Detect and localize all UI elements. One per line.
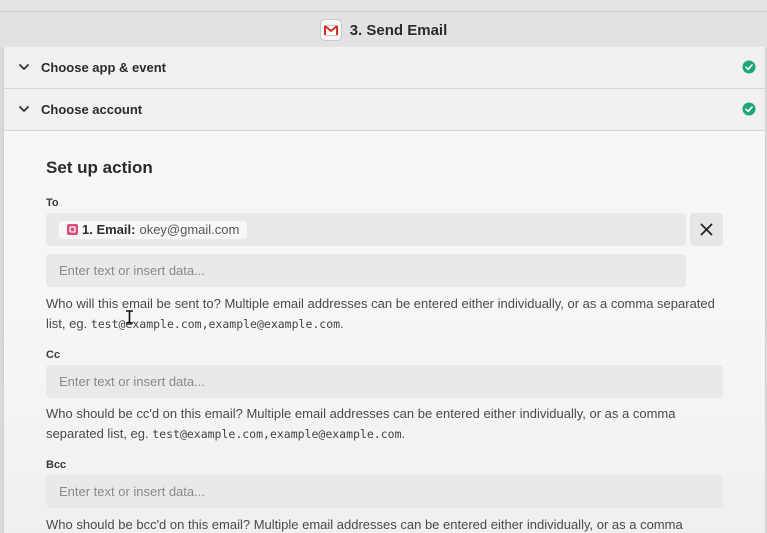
chip-value: okey@gmail.com xyxy=(139,222,240,237)
bcc-label: Bcc xyxy=(46,459,67,471)
bcc-help-body: Who should be bcc'd on this email? Multi… xyxy=(46,517,683,532)
to-input[interactable]: Enter text or insert data... xyxy=(46,254,686,287)
mapped-data-chip[interactable]: 1. Email: okey@gmail.com xyxy=(59,220,248,239)
check-circle-icon xyxy=(742,102,756,116)
cc-help-end: . xyxy=(401,426,406,441)
check-circle-icon xyxy=(742,60,756,74)
cc-help-example: test@example.com,example@example.com xyxy=(152,427,402,441)
chevron-down-icon xyxy=(19,106,29,112)
bcc-input[interactable]: Enter text or insert data... xyxy=(46,475,723,508)
accordion-choose-account[interactable]: Choose account xyxy=(4,89,765,131)
cc-input[interactable]: Enter text or insert data... xyxy=(46,365,723,398)
step-header: 3. Send Email xyxy=(0,12,767,48)
section-title: Set up action xyxy=(46,158,153,177)
cc-label: Cc xyxy=(46,349,61,361)
step-title: 3. Send Email xyxy=(349,21,448,39)
to-placeholder: Enter text or insert data... xyxy=(59,263,205,278)
text-cursor-icon xyxy=(126,310,133,324)
cc-help-text: Who should be cc'd on this email? Multip… xyxy=(46,404,731,444)
accordion-label: Choose account xyxy=(41,102,143,117)
close-icon xyxy=(700,223,713,236)
step-panel: Choose app & event Choose account Set up… xyxy=(3,47,766,533)
zap-editor: 3. Send Email Choose app & event Choose … xyxy=(0,0,767,533)
gmail-icon xyxy=(319,19,342,41)
cc-placeholder: Enter text or insert data... xyxy=(59,374,205,389)
to-help-end: . xyxy=(340,316,344,331)
to-help-text: Who will this email be sent to? Multiple… xyxy=(46,294,731,334)
clear-field-button[interactable] xyxy=(690,213,723,246)
chevron-down-icon xyxy=(19,64,29,70)
setup-action-section: Set up action To 1. Email: okey@gmail.co… xyxy=(4,131,765,533)
bcc-placeholder: Enter text or insert data... xyxy=(59,484,205,499)
accordion-label: Choose app & event xyxy=(41,60,166,75)
to-mapped-field[interactable]: 1. Email: okey@gmail.com xyxy=(46,213,686,246)
step-data-icon xyxy=(67,224,78,235)
bcc-help-text: Who should be bcc'd on this email? Multi… xyxy=(46,515,731,533)
top-clipped-strip xyxy=(0,0,767,12)
to-label: To xyxy=(46,197,59,209)
chip-key: 1. Email: xyxy=(82,222,136,237)
accordion-choose-app-event[interactable]: Choose app & event xyxy=(4,47,765,89)
